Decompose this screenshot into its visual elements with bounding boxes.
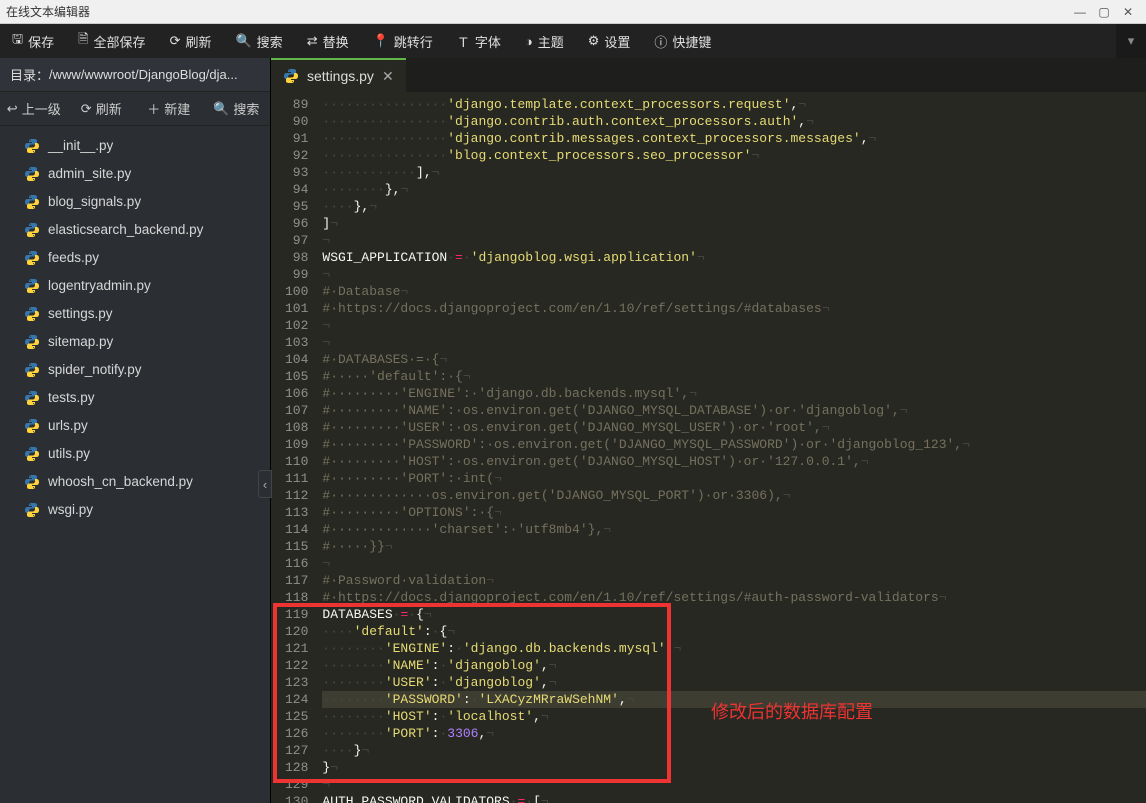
file-item[interactable]: elasticsearch_backend.py xyxy=(0,216,270,244)
file-name: utils.py xyxy=(48,444,90,464)
sidebar-search-button[interactable]: 🔍搜索 xyxy=(203,92,271,125)
python-icon xyxy=(24,446,40,462)
font-icon: Ｔ xyxy=(457,32,470,51)
file-name: spider_notify.py xyxy=(48,360,142,380)
chevron-left-icon: ‹ xyxy=(263,477,267,492)
refresh-icon: ⟳ xyxy=(170,33,181,49)
tab-close-icon[interactable]: ✕ xyxy=(382,68,394,85)
file-item[interactable]: utils.py xyxy=(0,440,270,468)
window-titlebar: 在线文本编辑器 ― ▢ ✕ xyxy=(0,0,1146,24)
sidebar-collapse-handle[interactable]: ‹ xyxy=(258,470,272,498)
file-name: blog_signals.py xyxy=(48,192,141,212)
directory-path[interactable]: 目录：/www/wwwroot/DjangoBlog/dja... xyxy=(0,58,270,92)
shortcut-button[interactable]: ⓘ快捷键 xyxy=(642,24,723,58)
save-icon: 🖫 xyxy=(12,30,23,52)
file-name: logentryadmin.py xyxy=(48,276,151,296)
file-name: settings.py xyxy=(48,304,113,324)
up-button[interactable]: ↩上一级 xyxy=(0,92,68,125)
python-icon xyxy=(24,222,40,238)
line-gutter: 8990919293949596979899100101102103104105… xyxy=(271,92,316,803)
sidebar-refresh-button[interactable]: ⟳刷新 xyxy=(68,92,136,125)
tab-filename: settings.py xyxy=(307,68,374,84)
close-icon[interactable]: ✕ xyxy=(1116,5,1140,19)
font-button[interactable]: Ｔ字体 xyxy=(445,24,513,58)
search-icon: 🔍 xyxy=(213,101,229,117)
file-name: sitemap.py xyxy=(48,332,113,352)
chevron-down-icon: ▾ xyxy=(1128,33,1135,49)
file-item[interactable]: settings.py xyxy=(0,300,270,328)
file-item[interactable]: wsgi.py xyxy=(0,496,270,524)
file-item[interactable]: whoosh_cn_backend.py xyxy=(0,468,270,496)
file-item[interactable]: feeds.py xyxy=(0,244,270,272)
saveall-button[interactable]: 🗎全部保存 xyxy=(66,24,157,58)
main-toolbar: 🖫保存 🗎全部保存 ⟳刷新 🔍搜索 ⇄替换 📍跳转行 Ｔ字体 ◑主题 ⚙设置 ⓘ… xyxy=(0,24,1146,58)
python-icon xyxy=(24,194,40,210)
python-icon xyxy=(24,278,40,294)
search-icon: 🔍 xyxy=(235,33,251,49)
annotation-text: 修改后的数据库配置 xyxy=(711,698,873,724)
window-title: 在线文本编辑器 xyxy=(6,3,90,20)
file-item[interactable]: sitemap.py xyxy=(0,328,270,356)
file-name: admin_site.py xyxy=(48,164,131,184)
save-button[interactable]: 🖫保存 xyxy=(0,24,66,58)
refresh-button[interactable]: ⟳刷新 xyxy=(158,24,224,58)
python-icon xyxy=(24,250,40,266)
toolbar-overflow[interactable]: ▾ xyxy=(1116,24,1146,58)
file-tree[interactable]: __init__.py admin_site.py blog_signals.pye… xyxy=(0,126,270,803)
code-editor[interactable]: 8990919293949596979899100101102103104105… xyxy=(271,92,1146,803)
new-button[interactable]: ＋新建 xyxy=(135,92,203,125)
file-item[interactable]: tests.py xyxy=(0,384,270,412)
python-icon xyxy=(24,502,40,518)
gear-icon: ⚙ xyxy=(588,33,600,49)
minimize-icon[interactable]: ― xyxy=(1068,5,1092,19)
sidebar-tools: ↩上一级 ⟳刷新 ＋新建 🔍搜索 xyxy=(0,92,270,126)
file-name: tests.py xyxy=(48,388,95,408)
file-name: urls.py xyxy=(48,416,88,436)
file-item[interactable]: urls.py xyxy=(0,412,270,440)
refresh-icon: ⟳ xyxy=(81,101,92,117)
file-name: __init__.py xyxy=(48,136,113,156)
python-icon xyxy=(24,138,40,154)
theme-icon: ◑ xyxy=(525,34,533,49)
sidebar: 目录：/www/wwwroot/DjangoBlog/dja... ↩上一级 ⟳… xyxy=(0,58,271,803)
file-name: feeds.py xyxy=(48,248,99,268)
tab-bar: settings.py ✕ xyxy=(271,58,1146,92)
python-icon xyxy=(24,418,40,434)
python-icon xyxy=(24,390,40,406)
file-item[interactable]: admin_site.py xyxy=(0,160,270,188)
python-icon xyxy=(24,474,40,490)
file-item[interactable]: blog_signals.py xyxy=(0,188,270,216)
goto-button[interactable]: 📍跳转行 xyxy=(361,24,445,58)
file-name: elasticsearch_backend.py xyxy=(48,220,203,240)
search-button[interactable]: 🔍搜索 xyxy=(223,24,294,58)
file-item[interactable]: spider_notify.py xyxy=(0,356,270,384)
editor-pane: settings.py ✕ 89909192939495969798991001… xyxy=(271,58,1146,803)
python-icon xyxy=(24,166,40,182)
python-icon xyxy=(283,68,299,84)
file-item[interactable]: __init__.py xyxy=(0,132,270,160)
plus-icon: ＋ xyxy=(147,99,160,118)
saveall-icon: 🗎 xyxy=(78,30,88,52)
goto-icon: 📍 xyxy=(373,33,389,49)
keyboard-icon: ⓘ xyxy=(654,32,667,51)
arrow-up-icon: ↩ xyxy=(7,101,18,117)
python-icon xyxy=(24,362,40,378)
file-name: whoosh_cn_backend.py xyxy=(48,472,193,492)
python-icon xyxy=(24,334,40,350)
maximize-icon[interactable]: ▢ xyxy=(1092,5,1116,19)
theme-button[interactable]: ◑主题 xyxy=(513,24,576,58)
file-name: wsgi.py xyxy=(48,500,93,520)
replace-button[interactable]: ⇄替换 xyxy=(295,24,361,58)
tab-settings-py[interactable]: settings.py ✕ xyxy=(271,58,406,92)
file-item[interactable]: logentryadmin.py xyxy=(0,272,270,300)
python-icon xyxy=(24,306,40,322)
settings-button[interactable]: ⚙设置 xyxy=(576,24,643,58)
replace-icon: ⇄ xyxy=(307,33,318,49)
code-lines[interactable]: ················'django.template.context… xyxy=(316,92,1146,803)
